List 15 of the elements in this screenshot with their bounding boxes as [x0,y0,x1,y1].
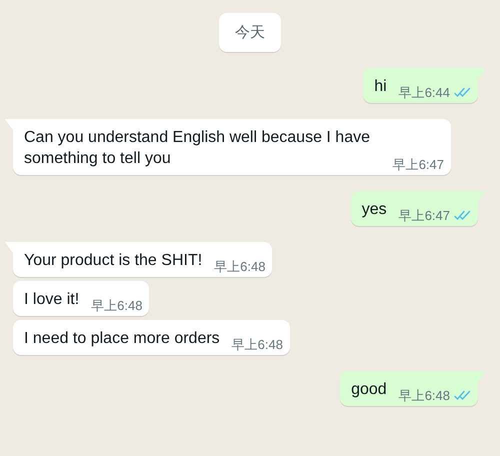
message-text: Your product is the SHIT! [24,252,202,269]
timestamp: 早上6:48 [232,337,283,352]
message-text: Can you understand English well because I have something to tell you [24,129,370,167]
message-text: good [351,381,387,398]
timestamp: 早上6:47 [398,208,450,223]
timestamp: 早上6:48 [398,388,450,403]
timestamp: 早上6:48 [91,298,142,313]
message-text: I need to place more orders [24,330,220,347]
timestamp: 早上6:47 [392,157,444,172]
timestamp: 早上6:44 [398,85,450,100]
date-chip: 今天 [219,13,281,52]
message-text: I love it! [24,291,80,308]
message-text: yes [362,201,387,218]
message-text: hi [374,78,387,95]
timestamp: 早上6:48 [214,259,266,274]
